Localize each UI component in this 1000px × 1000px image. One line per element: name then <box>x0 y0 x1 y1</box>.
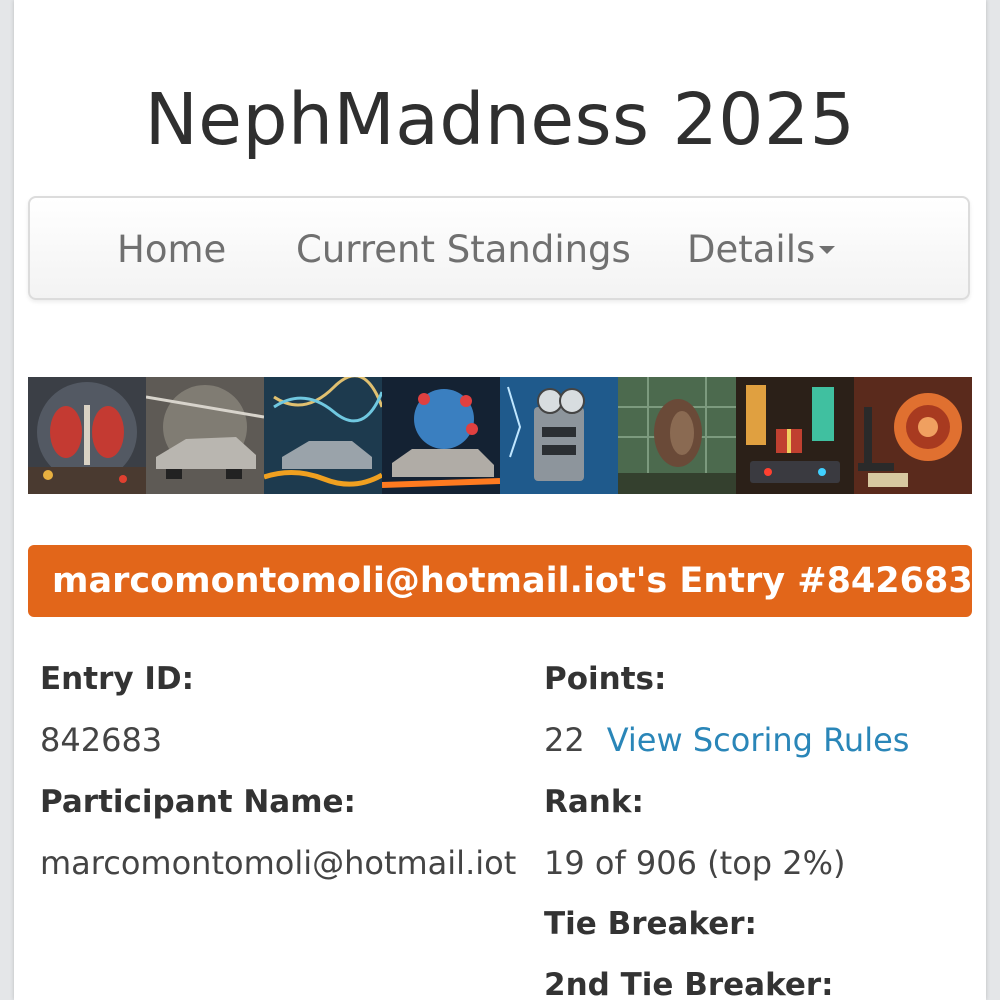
points-value: 22 <box>544 721 585 759</box>
tie-breaker-label: Tie Breaker: <box>544 906 757 942</box>
nav-standings-link[interactable]: Current Standings <box>296 230 631 270</box>
second-tie-breaker-label: 2nd Tie Breaker: <box>544 967 834 1000</box>
navbar: Home Current Standings Details <box>28 196 970 300</box>
nav-details-dropdown[interactable]: Details <box>687 228 836 271</box>
rank-value: 19 of 906 (top 2%) <box>544 844 846 882</box>
greenhouse-kidney-image <box>618 377 736 494</box>
caret-down-icon <box>819 245 836 254</box>
kidney-pair-image <box>28 377 146 494</box>
delorean-storm-image <box>146 377 264 494</box>
nav-home-link[interactable]: Home <box>117 230 226 270</box>
kidney-microscope-image <box>854 377 972 494</box>
view-scoring-rules-link[interactable]: View Scoring Rules <box>607 721 910 759</box>
page-container: NephMadness 2025 Home Current Standings … <box>14 0 986 1000</box>
points-row: 22 View Scoring Rules <box>544 722 909 758</box>
delorean-dna-image <box>264 377 382 494</box>
banner-strip <box>28 377 972 494</box>
participant-name-label: Participant Name: <box>40 784 356 820</box>
neon-gift-image <box>736 377 854 494</box>
site-title: NephMadness 2025 <box>144 78 856 161</box>
virus-car-image <box>382 377 500 494</box>
rank-label: Rank: <box>544 784 644 820</box>
lab-machine-image <box>500 377 618 494</box>
nav-details-label: Details <box>687 228 816 271</box>
points-label: Points: <box>544 661 667 697</box>
entry-id-label: Entry ID: <box>40 661 195 697</box>
participant-name-value: marcomontomoli@hotmail.iot <box>40 844 517 882</box>
entry-id-value: 842683 <box>40 721 163 759</box>
entry-header: marcomontomoli@hotmail.iot's Entry #8426… <box>28 545 973 617</box>
